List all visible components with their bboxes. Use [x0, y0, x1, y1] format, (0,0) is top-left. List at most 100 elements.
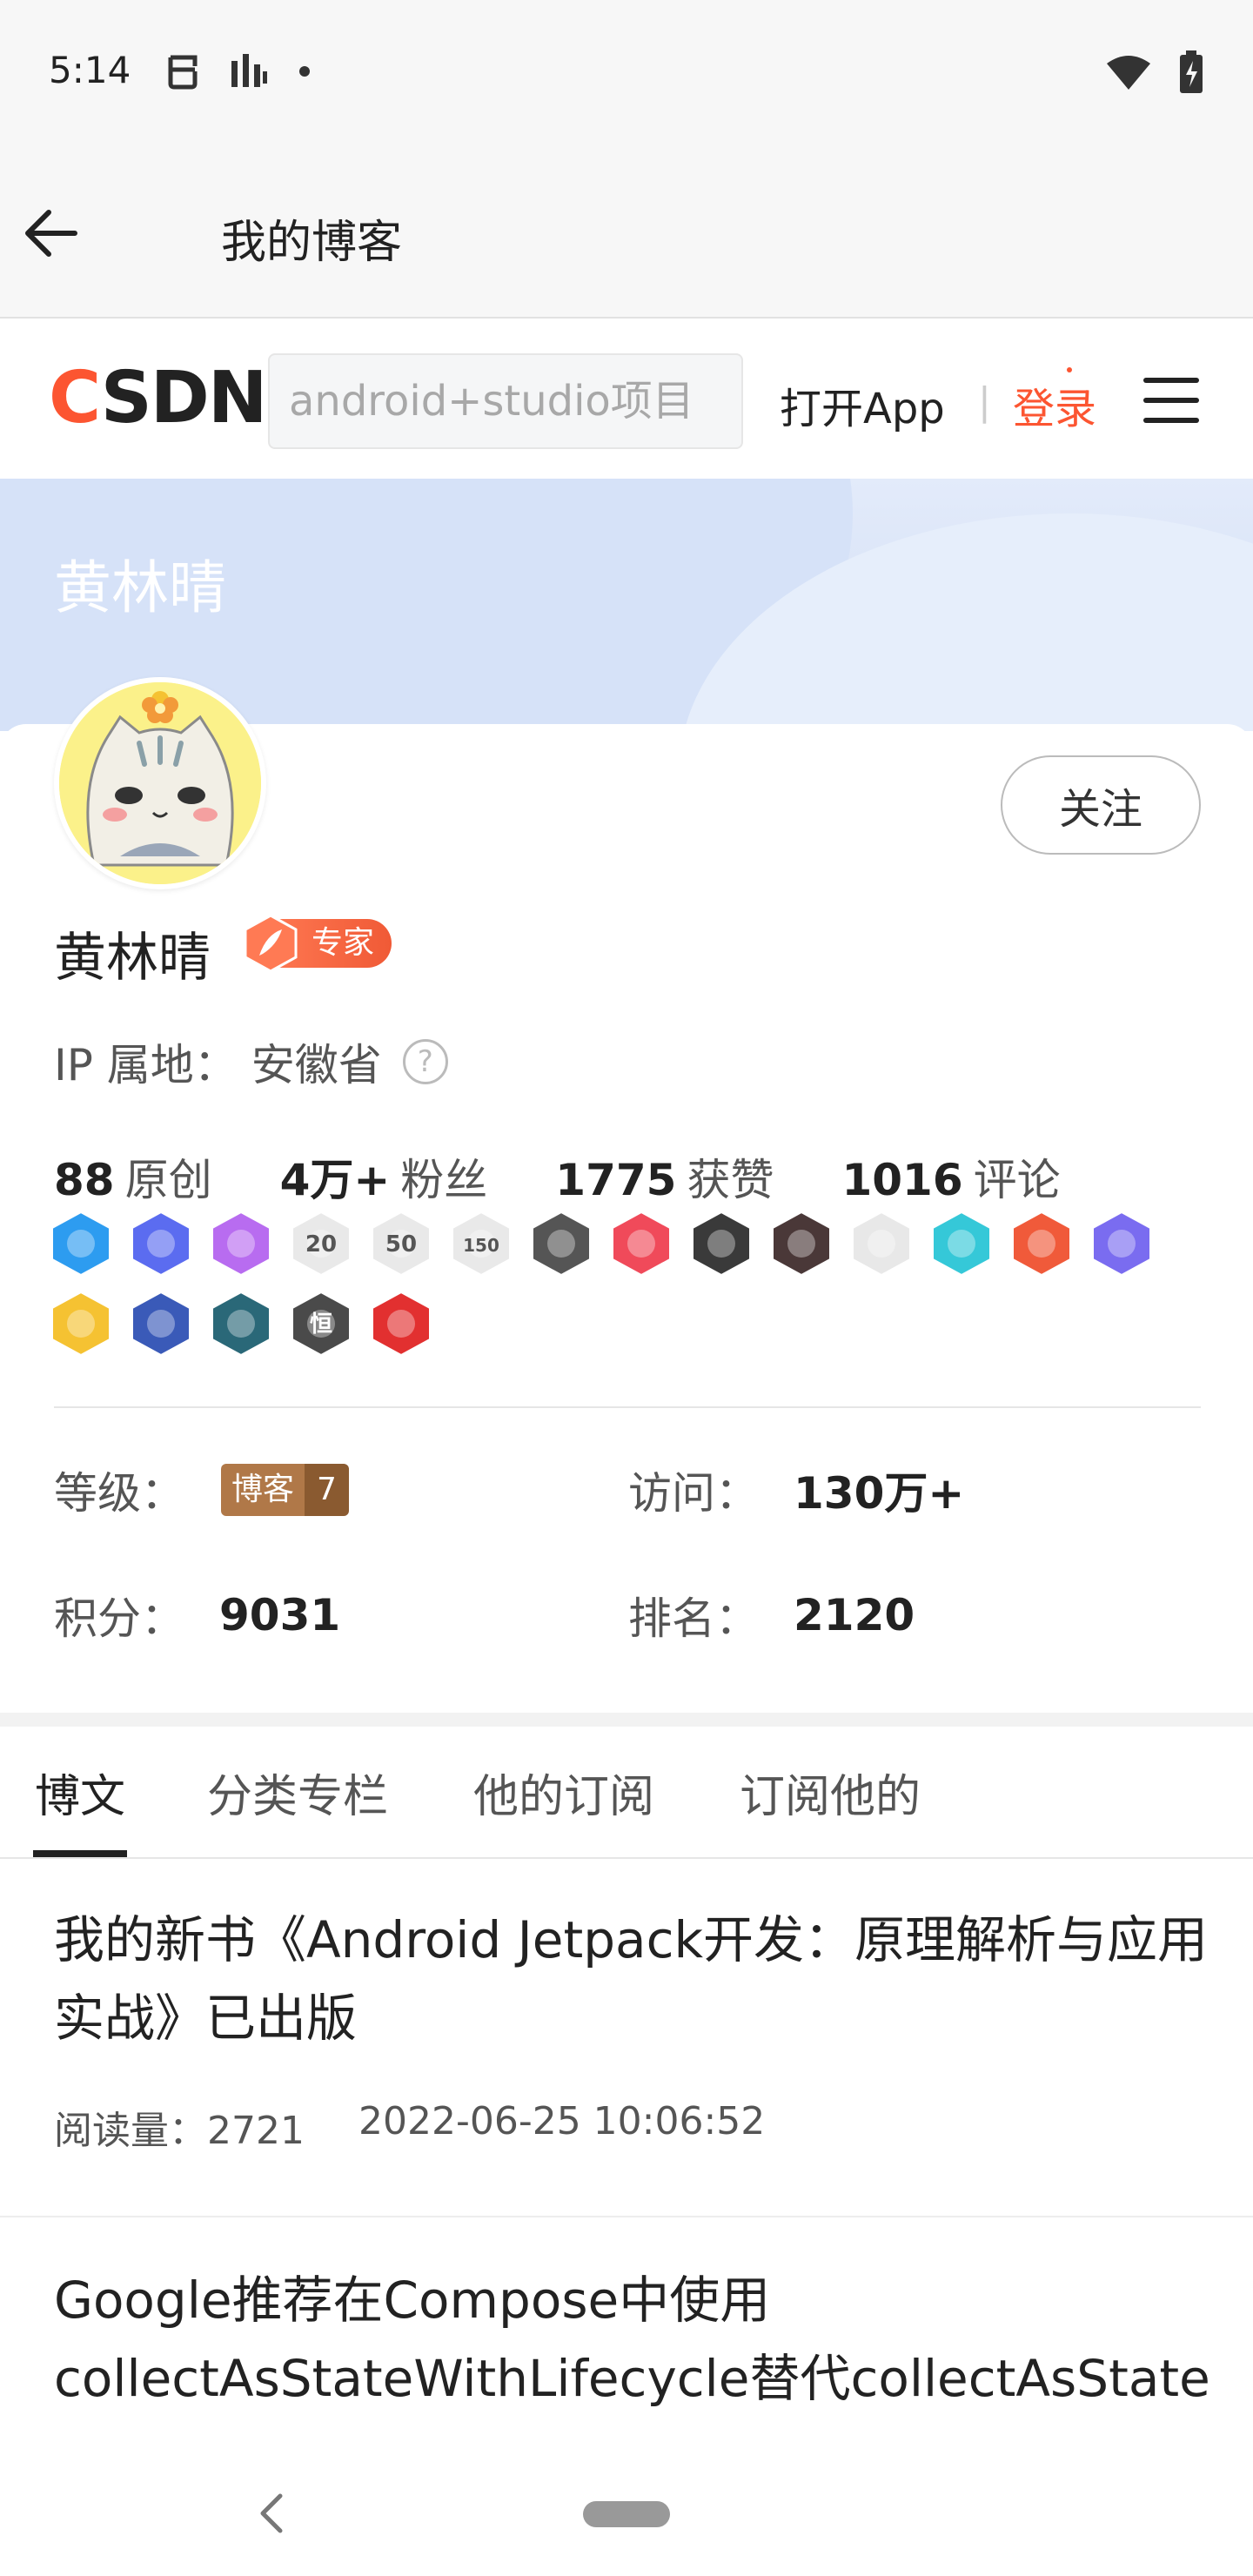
section-gap	[0, 1713, 1253, 1727]
article-title[interactable]: Google推荐在Compose中使用collectAsStateWithLif…	[54, 2261, 1211, 2418]
hand-purple-badge-icon[interactable]	[1088, 1210, 1156, 1278]
menu-line	[1143, 398, 1199, 403]
page-title: 我的博客	[221, 217, 403, 269]
planet-badge-icon[interactable]	[127, 1210, 195, 1278]
app-bar: 我的博客	[0, 148, 1253, 319]
visits-item: 访问： 130万+	[628, 1459, 964, 1521]
stat-label: 原创	[124, 1155, 212, 1205]
achievement-badges: 20 50 150 恒	[47, 1210, 1213, 1358]
badge-text: 20	[305, 1231, 337, 1258]
stat-num: 4万+	[279, 1155, 391, 1205]
tab-indicator	[33, 1850, 127, 1857]
level-label: 等级：	[54, 1468, 184, 1519]
pen-crimson-badge-icon[interactable]	[367, 1290, 435, 1358]
monkey-badge-icon[interactable]	[848, 1210, 915, 1278]
ip-value: 安徽省	[251, 1040, 382, 1090]
wifi-icon	[1107, 56, 1150, 90]
read-value: 2721	[207, 2109, 305, 2153]
level-badge[interactable]: 博客 7	[221, 1464, 349, 1516]
days-50-badge-icon[interactable]: 50	[367, 1210, 435, 1278]
search-box[interactable]	[268, 353, 743, 449]
article-item[interactable]: Google推荐在Compose中使用collectAsStateWithLif…	[0, 2217, 1253, 2451]
article-title[interactable]: 我的新书《Android Jetpack开发：原理解析与应用实战》已出版	[54, 1901, 1211, 2057]
face-icon	[168, 55, 198, 90]
points-label: 积分：	[54, 1593, 184, 1644]
stat-label: 获赞	[687, 1155, 774, 1205]
year-2020-badge-icon[interactable]	[767, 1210, 835, 1278]
planet-orange-badge-icon[interactable]	[207, 1210, 275, 1278]
stat-num: 88	[54, 1155, 115, 1205]
dot-icon	[299, 66, 310, 77]
follow-button[interactable]: 关注	[1001, 755, 1201, 855]
read-label: 阅读量：	[54, 2109, 207, 2153]
battery-charging-icon	[1180, 50, 1203, 93]
feather-pen-icon	[244, 914, 298, 973]
search-input[interactable]	[270, 355, 741, 447]
list-teal-badge-icon[interactable]	[207, 1290, 275, 1358]
expert-badge[interactable]: 专家	[242, 914, 392, 973]
stat-label: 评论	[973, 1155, 1061, 1205]
points-item: 积分： 9031	[54, 1584, 340, 1647]
user-name: 黄林晴	[54, 928, 211, 989]
rank-value: 2120	[794, 1590, 915, 1640]
status-left-icons	[165, 52, 312, 91]
badge-text: 150	[463, 1235, 499, 1256]
avatar[interactable]	[54, 677, 266, 889]
login-link[interactable]: 登录	[1013, 374, 1096, 435]
article-item[interactable]: 我的新书《Android Jetpack开发：原理解析与应用实战》已出版 阅读量…	[0, 1859, 1253, 2217]
points-value: 9031	[219, 1590, 341, 1640]
chat-cyan-badge-icon[interactable]	[928, 1210, 995, 1278]
level-item: 等级： 博客 7	[54, 1459, 349, 1521]
rank-label: 排名：	[628, 1593, 759, 1644]
ip-location: IP 属地： 安徽省 ?	[54, 1030, 448, 1093]
star-badge-icon[interactable]	[47, 1210, 115, 1278]
stat-original[interactable]: 88 原创	[54, 1145, 212, 1208]
level-badge-num: 7	[305, 1464, 349, 1516]
stat-fans[interactable]: 4万+ 粉丝	[280, 1145, 488, 1208]
check-yellow-badge-icon[interactable]	[47, 1290, 115, 1358]
signal-bars-icon	[231, 54, 267, 87]
logo-c: C	[49, 357, 103, 439]
stat-comments[interactable]: 1016 评论	[841, 1145, 1060, 1208]
github-badge-icon[interactable]	[527, 1210, 595, 1278]
divider	[54, 1406, 1201, 1408]
stat-num: 1016	[841, 1155, 963, 1205]
header-separator: |	[978, 379, 991, 424]
logo-rest: SDN	[100, 357, 268, 439]
article-meta: 阅读量：2721 2022-06-25 10:06:52	[54, 2099, 765, 2155]
hamburger-menu-icon[interactable]	[1143, 372, 1199, 428]
tab-subscribers[interactable]: 订阅他的	[740, 1760, 921, 1825]
status-time: 5:14	[49, 49, 131, 91]
status-right-icons	[1105, 50, 1204, 94]
login-dot	[1067, 367, 1072, 372]
stat-num: 1775	[555, 1155, 677, 1205]
badge-text: 恒	[310, 1311, 332, 1338]
help-icon[interactable]: ?	[402, 1039, 448, 1084]
cat-avatar-icon	[59, 682, 261, 884]
status-bar: 5:14	[0, 0, 1253, 148]
rocket-blue-badge-icon[interactable]	[127, 1290, 195, 1358]
tab-his-subscriptions[interactable]: 他的订阅	[473, 1760, 654, 1825]
back-button[interactable]	[19, 202, 82, 265]
profile-card: 关注 黄林晴 专家 IP 属地： 安徽省 ? 88 原创 4万+ 粉丝 1775 获赞…	[0, 677, 1253, 1713]
tab-posts[interactable]: 博文	[35, 1760, 125, 1825]
visits-value: 130万+	[794, 1468, 965, 1519]
nav-home-pill-icon[interactable]	[583, 2501, 670, 2527]
heng-gray-badge-icon[interactable]: 恒	[287, 1290, 355, 1358]
open-app-link[interactable]: 打开App	[780, 374, 945, 435]
stat-likes[interactable]: 1775 获赞	[555, 1145, 774, 1208]
article-read-count: 阅读量：2721	[54, 2099, 305, 2155]
days-20-badge-icon[interactable]: 20	[287, 1210, 355, 1278]
days-150-badge-icon[interactable]: 150	[447, 1210, 515, 1278]
visits-label: 访问：	[628, 1468, 759, 1519]
arrow-left-icon	[25, 210, 77, 257]
csdn-header: CSDN 打开App | 登录	[0, 319, 1253, 479]
nav-back-icon[interactable]	[252, 2489, 291, 2538]
pen-red-badge-icon[interactable]	[607, 1210, 675, 1278]
csdn-logo[interactable]: CSDN	[49, 357, 268, 439]
gift-red-badge-icon[interactable]	[1008, 1210, 1075, 1278]
medal-1024-badge-icon[interactable]	[687, 1210, 755, 1278]
level-badge-text: 博客	[221, 1464, 305, 1516]
menu-line	[1143, 418, 1199, 423]
tab-columns[interactable]: 分类专栏	[207, 1760, 388, 1825]
